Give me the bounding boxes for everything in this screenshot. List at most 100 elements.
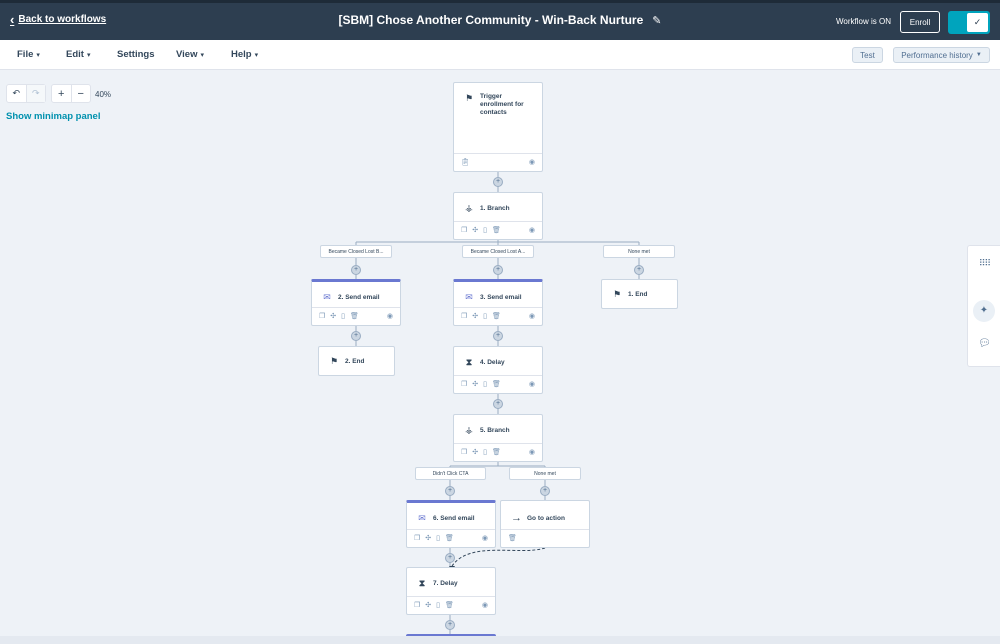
eye-icon[interactable]: ◉ (482, 534, 488, 542)
chat-icon[interactable]: 💬︎ (968, 338, 1000, 349)
add-action-plus[interactable]: + (445, 620, 455, 630)
menu-edit[interactable]: Edit ▾ (66, 49, 90, 60)
zoom-in-icon[interactable]: + (52, 85, 71, 102)
trash-icon[interactable]: 🗑︎ (492, 380, 501, 388)
send-email-2-footer: ❐ ✣ ▯ 🗑︎ ◉ (312, 307, 400, 325)
add-action-plus[interactable]: + (493, 177, 503, 187)
trigger-node[interactable]: ⚑ Trigger enrollment for contacts 📋︎ ◉ (453, 82, 543, 172)
eye-icon[interactable]: ◉ (529, 158, 535, 166)
move-icon[interactable]: ✣ (472, 380, 478, 388)
delay-7-tools: ❐ ✣ ▯ 🗑︎ (414, 601, 454, 609)
move-icon[interactable]: ✣ (472, 448, 478, 456)
eye-icon[interactable]: ◉ (529, 448, 535, 456)
copy-icon[interactable]: ❐ (461, 226, 467, 234)
trash-icon[interactable]: 🗑︎ (492, 312, 501, 320)
menu-view[interactable]: View ▾ (176, 49, 204, 60)
trash-icon[interactable]: 🗑︎ (508, 534, 517, 542)
menu-file[interactable]: File ▾ (17, 49, 40, 60)
end-1-node[interactable]: ⚑ 1. End (601, 279, 678, 309)
add-action-plus[interactable]: + (540, 486, 550, 496)
branch-label-none-met-2[interactable]: None met (509, 467, 581, 480)
clipboard-icon[interactable]: ▯ (483, 448, 487, 456)
apps-grid-icon[interactable]: ⠿⠿ (968, 258, 1000, 269)
menubar: File ▾ Edit ▾ Settings View ▾ Help ▾ (0, 40, 1000, 70)
zoom-out-icon[interactable]: − (70, 85, 91, 102)
branch-label-closed-lost-b[interactable]: Became Closed Lost B... (320, 245, 392, 258)
copy-icon[interactable]: ❐ (414, 534, 420, 542)
clipboard-icon[interactable]: ▯ (483, 226, 487, 234)
clipboard-icon[interactable]: ▯ (436, 534, 440, 542)
add-action-plus[interactable]: + (351, 265, 361, 275)
add-action-plus[interactable]: + (634, 265, 644, 275)
menu-settings[interactable]: Settings (117, 49, 154, 60)
add-action-plus[interactable]: + (493, 331, 503, 341)
copy-icon[interactable]: ❐ (414, 601, 420, 609)
branch-5-footer: ❐ ✣ ▯ 🗑︎ ◉ (454, 443, 542, 461)
show-minimap-link[interactable]: Show minimap panel (6, 111, 101, 122)
branch-1-node[interactable]: ⚶ 1. Branch ❐ ✣ ▯ 🗑︎ ◉ (453, 192, 543, 240)
workflow-toggle[interactable]: ✓ (948, 11, 990, 34)
branch-5-node[interactable]: ⚶ 5. Branch ❐ ✣ ▯ 🗑︎ ◉ (453, 414, 543, 462)
copy-icon[interactable]: ❐ (461, 312, 467, 320)
eye-icon[interactable]: ◉ (529, 226, 535, 234)
delay-4-node[interactable]: ⧗ 4. Delay ❐ ✣ ▯ 🗑︎ ◉ (453, 346, 543, 394)
eye-icon[interactable]: ◉ (387, 312, 393, 320)
trash-icon[interactable]: 🗑︎ (445, 534, 454, 542)
copy-icon[interactable]: ❐ (461, 380, 467, 388)
move-icon[interactable]: ✣ (330, 312, 336, 320)
send-email-2-node[interactable]: ✉ 2. Send email ❐ ✣ ▯ 🗑︎ ◉ (311, 279, 401, 326)
copy-icon[interactable]: ❐ (461, 448, 467, 456)
send-email-3-header: ✉ 3. Send email (464, 292, 521, 303)
move-icon[interactable]: ✣ (425, 534, 431, 542)
branch-label-didnt-click-cta[interactable]: Didn't Click CTA (415, 467, 486, 480)
undo-icon[interactable]: ↶ (7, 85, 26, 102)
go-to-action-node[interactable]: → Go to action 🗑︎ (500, 500, 590, 548)
trigger-node-title: Trigger enrollment for contacts (480, 93, 524, 116)
enroll-button[interactable]: Enroll (900, 11, 940, 33)
branch-5-header: ⚶ 5. Branch (464, 425, 509, 436)
add-action-plus[interactable]: + (493, 399, 503, 409)
send-email-2-tools: ❐ ✣ ▯ 🗑︎ (319, 312, 359, 320)
eye-icon[interactable]: ◉ (529, 380, 535, 388)
redo-icon[interactable]: ↷ (25, 85, 45, 102)
clipboard-icon[interactable]: ▯ (341, 312, 345, 320)
send-email-3-node[interactable]: ✉ 3. Send email ❐ ✣ ▯ 🗑︎ ◉ (453, 279, 543, 326)
hourglass-icon: ⧗ (465, 357, 473, 367)
send-email-6-node[interactable]: ✉ 6. Send email ❐ ✣ ▯ 🗑︎ ◉ (406, 500, 496, 548)
delay-4-title: 4. Delay (480, 359, 505, 366)
branch-label-closed-lost-a[interactable]: Became Closed Lost A... (462, 245, 534, 258)
eye-icon[interactable]: ◉ (529, 312, 535, 320)
go-to-action-tools: 🗑︎ (508, 534, 517, 542)
add-action-plus[interactable]: + (351, 331, 361, 341)
add-action-plus[interactable]: + (493, 265, 503, 275)
branch-1-title: 1. Branch (480, 205, 510, 212)
clipboard-icon[interactable]: ▯ (436, 601, 440, 609)
add-action-plus[interactable]: + (445, 553, 455, 563)
trash-icon[interactable]: 🗑︎ (492, 226, 501, 234)
eye-icon[interactable]: ◉ (482, 601, 488, 609)
test-button[interactable]: Test (852, 47, 883, 63)
send-email-3-footer: ❐ ✣ ▯ 🗑︎ ◉ (454, 307, 542, 325)
end-2-header: ⚑ 2. End (329, 356, 365, 367)
branch-label-none-met[interactable]: None met (603, 245, 675, 258)
end-2-node[interactable]: ⚑ 2. End (318, 346, 395, 376)
trash-icon[interactable]: 🗑︎ (350, 312, 359, 320)
clipboard-icon[interactable]: ▯ (483, 312, 487, 320)
add-action-plus[interactable]: + (445, 486, 455, 496)
pencil-icon[interactable]: ✎ (652, 14, 661, 27)
performance-history-button[interactable]: Performance history ▼ (893, 47, 990, 63)
flag-icon: ⚑ (329, 356, 339, 366)
trash-icon[interactable]: 🗑︎ (492, 448, 501, 456)
sparkle-icon[interactable]: ✦ (973, 300, 995, 322)
trash-icon[interactable]: 🗑︎ (445, 601, 454, 609)
delay-7-node[interactable]: ⧗ 7. Delay ❐ ✣ ▯ 🗑︎ ◉ (406, 567, 496, 615)
clipboard-icon[interactable]: 📋︎ (461, 158, 470, 166)
move-icon[interactable]: ✣ (472, 226, 478, 234)
send-email-6-tools: ❐ ✣ ▯ 🗑︎ (414, 534, 454, 542)
flag-icon: ⚑ (464, 93, 474, 103)
copy-icon[interactable]: ❐ (319, 312, 325, 320)
move-icon[interactable]: ✣ (472, 312, 478, 320)
menu-help[interactable]: Help ▾ (231, 49, 258, 60)
move-icon[interactable]: ✣ (425, 601, 431, 609)
clipboard-icon[interactable]: ▯ (483, 380, 487, 388)
